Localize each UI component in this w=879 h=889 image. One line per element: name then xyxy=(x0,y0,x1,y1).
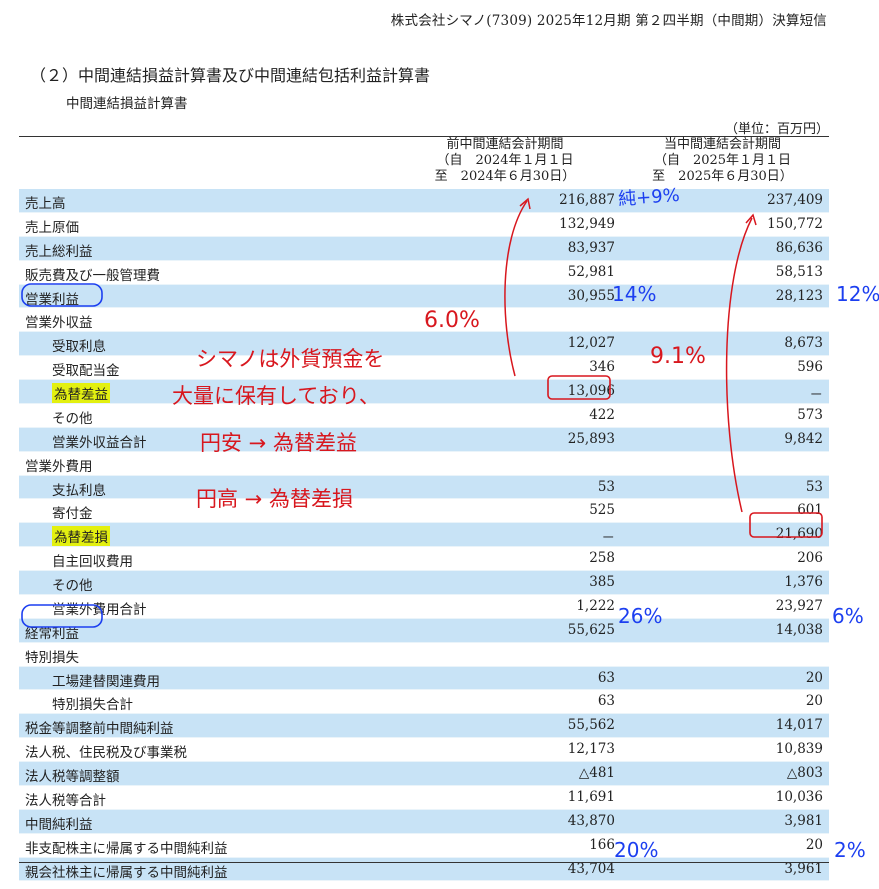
fx-ratio-curr-note: 9.1% xyxy=(650,344,706,369)
op-margin-curr-note: 12% xyxy=(836,282,879,306)
growth-note: 純+9% xyxy=(617,184,681,211)
fx-note-line: シマノは外貨預金を xyxy=(196,347,385,371)
op-margin-prev-note: 14% xyxy=(612,282,657,306)
fx-ratio-prev-note: 6.0% xyxy=(424,308,480,333)
fx-gain-arrow xyxy=(504,200,528,377)
fx-gain-box xyxy=(547,375,611,400)
ord-margin-curr-note: 6% xyxy=(832,604,864,628)
fx-note-line: 大量に保有しており、 xyxy=(172,384,380,408)
annotation-overlay xyxy=(21,197,823,628)
operating-income-circle xyxy=(21,283,103,307)
fx-note-line: 円高 → 為替差損 xyxy=(196,487,353,511)
ordinary-income-circle xyxy=(21,604,103,628)
ord-margin-prev-note: 26% xyxy=(618,604,663,628)
fx-loss-box xyxy=(749,512,823,538)
net-margin-curr-note: 2% xyxy=(834,838,866,862)
fx-loss-arrow xyxy=(725,217,753,513)
net-margin-prev-note: 20% xyxy=(614,838,659,862)
fx-note-line: 円安 → 為替差益 xyxy=(200,431,357,455)
